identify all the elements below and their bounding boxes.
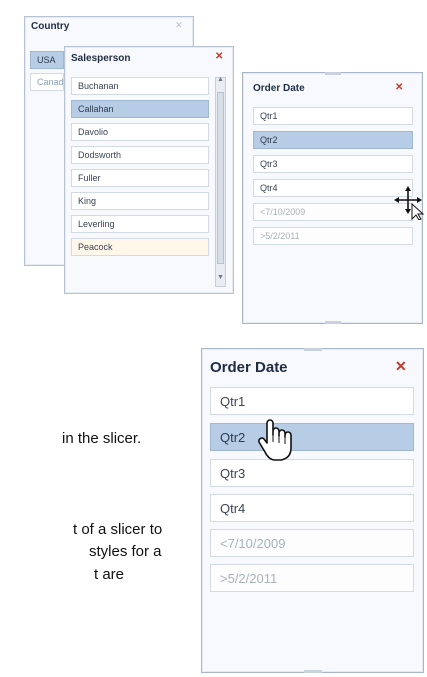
move-cursor-icon	[394, 186, 426, 221]
salesperson-item[interactable]: Peacock	[71, 238, 209, 256]
order-date-item[interactable]: <7/10/2009	[253, 203, 413, 221]
country-item-usa[interactable]: USA	[30, 51, 64, 69]
salesperson-item[interactable]: Davolio	[71, 123, 209, 141]
scrollbar-thumb[interactable]	[217, 92, 224, 264]
order-date-slicer-large[interactable]: Order Date ✕ Qtr1 Qtr2 Qtr3 Qtr4 <7/10/2…	[201, 348, 424, 673]
salesperson-item[interactable]: Leverling	[71, 215, 209, 233]
salesperson-item[interactable]: Callahan	[71, 100, 209, 118]
order-date-clear-filter-icon-large[interactable]: ✕	[395, 358, 407, 375]
country-item-canada[interactable]: Canad	[30, 73, 64, 91]
scroll-down-arrow-icon[interactable]: ▼	[217, 274, 224, 281]
order-date-title-large: Order Date	[210, 359, 288, 376]
resize-grip-bottom[interactable]	[325, 321, 341, 324]
country-clear-filter-icon[interactable]: ✕	[175, 20, 183, 31]
order-date-item[interactable]: Qtr2	[253, 131, 413, 149]
salesperson-slicer-title: Salesperson	[71, 53, 131, 64]
order-date-item[interactable]: Qtr3	[210, 459, 414, 487]
body-text-line: styles for a	[89, 543, 162, 560]
resize-grip-bottom[interactable]	[304, 670, 322, 673]
salesperson-item[interactable]: Dodsworth	[71, 146, 209, 164]
order-date-item[interactable]: Qtr4	[210, 494, 414, 522]
order-date-item[interactable]: Qtr1	[253, 107, 413, 125]
order-date-item[interactable]: Qtr2	[210, 423, 414, 451]
order-date-item[interactable]: Qtr1	[210, 387, 414, 415]
order-date-item[interactable]: >5/2/2011	[253, 227, 413, 245]
body-text-line: in the slicer.	[62, 430, 142, 447]
order-date-item[interactable]: Qtr3	[253, 155, 413, 173]
scroll-up-arrow-icon[interactable]: ▲	[217, 76, 224, 83]
salesperson-item[interactable]: Fuller	[71, 169, 209, 187]
country-slicer-title: Country	[31, 21, 70, 32]
salesperson-slicer: Salesperson ✕ Buchanan Callahan Davolio …	[64, 46, 234, 294]
resize-grip-top[interactable]	[304, 348, 322, 351]
hand-pointer-icon	[257, 418, 293, 462]
order-date-item[interactable]: <7/10/2009	[210, 529, 414, 557]
order-date-title-small: Order Date	[253, 83, 305, 94]
body-text-line: t are	[94, 566, 125, 583]
salesperson-clear-filter-icon[interactable]: ✕	[215, 51, 223, 62]
order-date-item[interactable]: >5/2/2011	[210, 564, 414, 592]
salesperson-item[interactable]: Buchanan	[71, 77, 209, 95]
order-date-item[interactable]: Qtr4	[253, 179, 413, 197]
body-text-line: t of a slicer to	[73, 521, 163, 538]
salesperson-item[interactable]: King	[71, 192, 209, 210]
order-date-clear-filter-icon-small[interactable]: ✕	[395, 82, 403, 93]
salesperson-scrollbar[interactable]: ▲ ▼	[215, 76, 226, 287]
resize-grip-top[interactable]	[325, 72, 341, 75]
